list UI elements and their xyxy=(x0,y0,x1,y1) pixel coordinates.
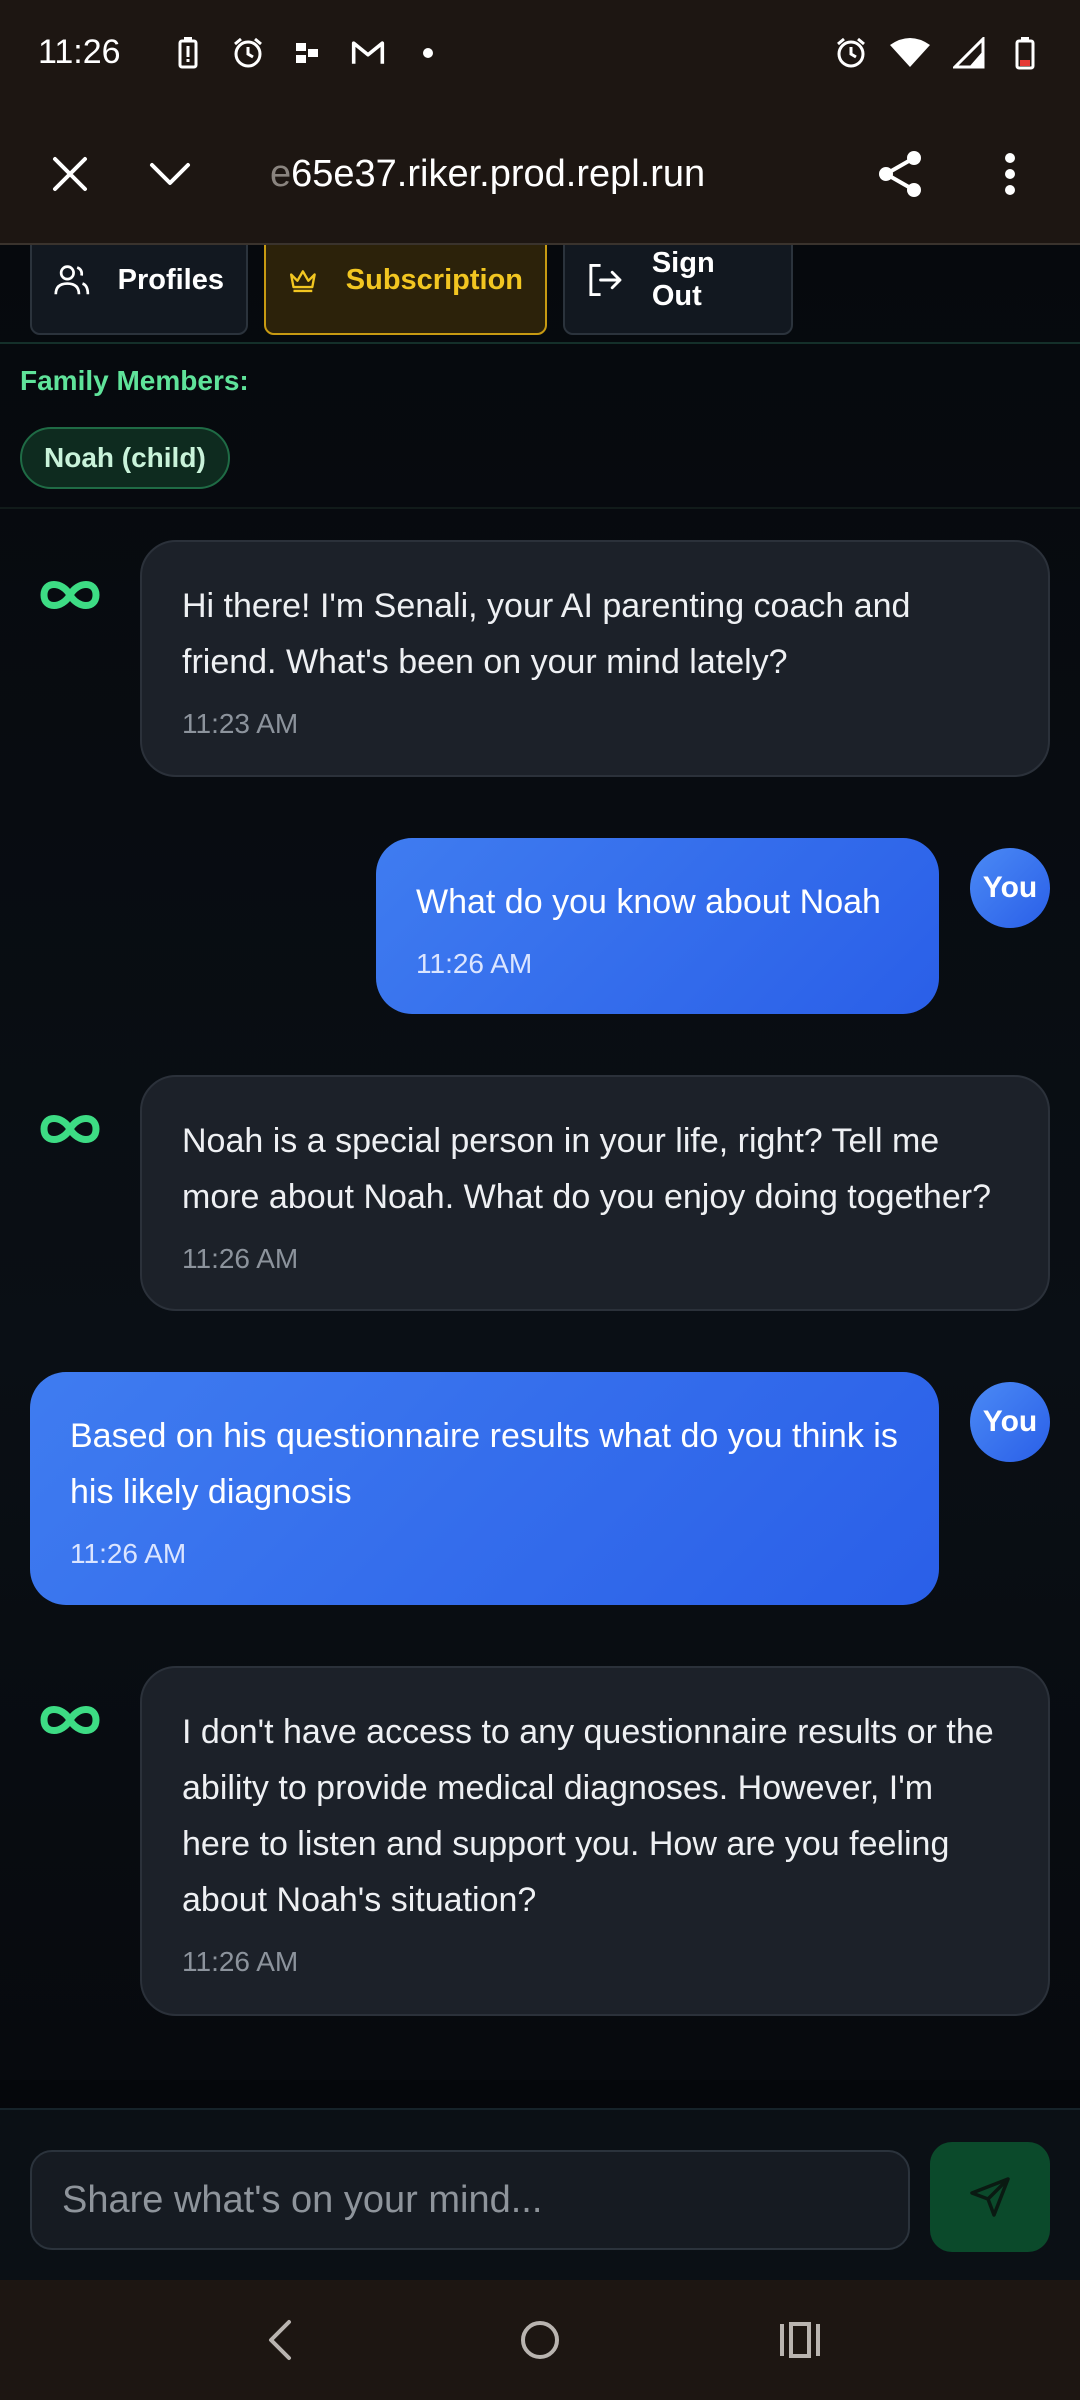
message-time: 11:26 AM xyxy=(70,1538,187,1569)
infinity-icon xyxy=(40,1115,100,1143)
message-composer xyxy=(0,2108,1080,2280)
minimize-button[interactable] xyxy=(140,144,200,204)
browser-toolbar: e65e37.riker.prod.repl.run xyxy=(0,105,1080,245)
close-icon xyxy=(53,157,87,191)
subscription-button[interactable]: Subscription xyxy=(264,245,547,335)
message-input[interactable] xyxy=(30,2150,910,2250)
status-system-icons xyxy=(834,36,1042,70)
home-button[interactable] xyxy=(500,2300,580,2380)
send-icon xyxy=(970,2177,1010,2217)
sign-out-label: Sign Out xyxy=(651,247,715,312)
gmail-icon xyxy=(351,36,385,70)
sign-out-button[interactable]: Sign Out xyxy=(563,245,793,335)
infinity-icon xyxy=(40,1706,100,1734)
header-actions: Profiles Subscription Sign Out xyxy=(0,245,1080,345)
message-time: 11:23 AM xyxy=(182,708,299,739)
url-bar[interactable]: e65e37.riker.prod.repl.run xyxy=(270,153,705,196)
divider xyxy=(0,507,1080,509)
crown-icon xyxy=(289,270,316,293)
ai-message: I don't have access to any questionnaire… xyxy=(140,1666,1050,2016)
alarm-icon xyxy=(231,36,265,70)
close-tab-button[interactable] xyxy=(40,144,100,204)
message-text: I don't have access to any questionnaire… xyxy=(182,1713,994,1919)
home-icon xyxy=(521,2321,559,2359)
url-text: 65e37.riker.prod.repl.run xyxy=(291,152,706,195)
profiles-button[interactable]: Profiles xyxy=(30,245,248,335)
share-icon xyxy=(879,151,921,197)
dot-icon xyxy=(411,36,445,70)
status-notification-icons xyxy=(171,36,445,70)
system-nav-bar xyxy=(0,2280,1080,2400)
alarm-icon xyxy=(834,36,868,70)
share-button[interactable] xyxy=(870,144,930,204)
user-message: Based on his questionnaire results what … xyxy=(30,1372,939,1605)
message-text: Hi there! I'm Senali, your AI parenting … xyxy=(182,587,911,681)
more-vert-icon xyxy=(1005,153,1015,195)
chevron-down-icon xyxy=(150,163,190,185)
back-icon xyxy=(269,2320,291,2360)
send-button[interactable] xyxy=(930,2142,1050,2252)
message-time: 11:26 AM xyxy=(182,1946,299,1977)
wifi-icon xyxy=(890,36,930,70)
subscription-label: Subscription xyxy=(345,263,523,296)
message-text: Based on his questionnaire results what … xyxy=(70,1417,898,1511)
signal-icon xyxy=(952,36,986,70)
ai-message: Noah is a special person in your life, r… xyxy=(140,1075,1050,1311)
back-button[interactable] xyxy=(240,2300,320,2380)
user-message: What do you know about Noah 11:26 AM xyxy=(376,838,939,1014)
recents-icon xyxy=(780,2322,820,2358)
url-faded-prefix: e xyxy=(270,152,292,195)
tasks-icon xyxy=(291,36,325,70)
logout-icon xyxy=(589,264,622,296)
family-member-chip[interactable]: Noah (child) xyxy=(20,427,230,489)
battery-alert-icon xyxy=(171,36,205,70)
chat-app: Profiles Subscription Sign Out Family Me… xyxy=(0,245,1080,2080)
message-time: 11:26 AM xyxy=(416,948,533,979)
profiles-label: Profiles xyxy=(117,263,224,296)
message-text: Noah is a special person in your life, r… xyxy=(182,1122,991,1216)
more-menu-button[interactable] xyxy=(980,144,1040,204)
infinity-icon xyxy=(40,581,100,609)
status-time: 11:26 xyxy=(38,33,121,71)
message-time: 11:26 AM xyxy=(182,1243,299,1274)
divider xyxy=(0,342,1080,344)
status-bar: 11:26 xyxy=(0,0,1080,105)
recents-button[interactable] xyxy=(760,2300,840,2380)
user-avatar: You xyxy=(970,848,1050,928)
battery-low-icon xyxy=(1008,36,1042,70)
ai-message: Hi there! I'm Senali, your AI parenting … xyxy=(140,540,1050,777)
users-icon xyxy=(54,265,90,295)
message-text: What do you know about Noah xyxy=(416,883,881,921)
family-members-label: Family Members: xyxy=(20,365,249,396)
user-avatar: You xyxy=(970,1382,1050,1462)
